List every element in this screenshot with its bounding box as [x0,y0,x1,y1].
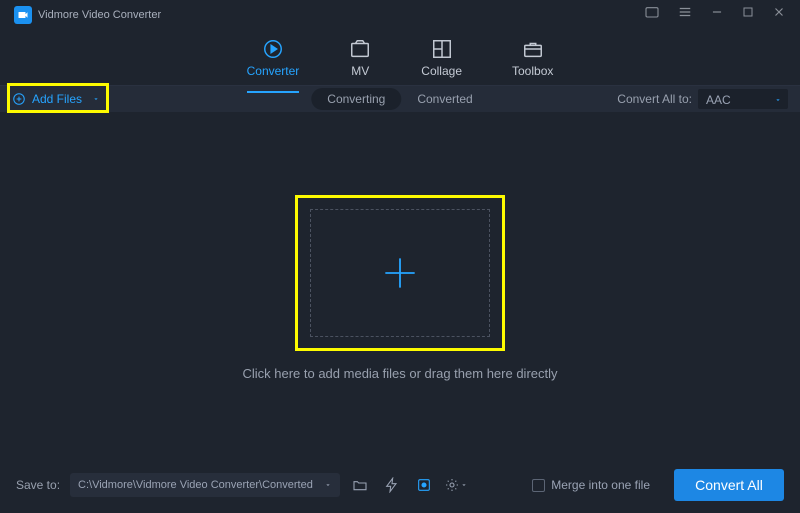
feedback-icon[interactable] [644,5,660,26]
tab-mv[interactable]: MV [349,38,371,78]
tab-converter[interactable]: Converter [247,38,300,78]
menu-icon[interactable] [678,5,692,26]
add-files-label: Add Files [32,92,82,106]
settings-button[interactable] [444,473,468,497]
toolbox-icon [522,38,544,60]
chevron-down-icon [92,95,100,103]
sub-bar: Add Files Converting Converted Convert A… [0,86,800,112]
tab-collage[interactable]: Collage [421,38,462,78]
convert-all-to: Convert All to: AAC [617,89,788,109]
app-title: Vidmore Video Converter [38,9,161,21]
open-folder-button[interactable] [348,473,372,497]
status-tabs: Converting Converted [311,88,488,110]
convert-all-to-value: AAC [706,93,731,107]
chevron-down-icon [460,481,468,489]
convert-all-button[interactable]: Convert All [674,469,784,501]
close-icon[interactable] [772,5,786,26]
save-to-dropdown[interactable]: C:\Vidmore\Vidmore Video Converter\Conve… [70,473,340,497]
app-logo-icon [14,6,32,24]
window-controls [644,5,786,26]
collage-icon [431,38,453,60]
high-speed-button[interactable] [412,473,436,497]
main-area: Click here to add media files or drag th… [0,112,800,457]
minimize-icon[interactable] [710,5,724,26]
save-to-label: Save to: [16,478,60,492]
mv-icon [349,38,371,60]
tab-converter-label: Converter [247,64,300,78]
plus-circle-icon [12,92,26,106]
maximize-icon[interactable] [742,5,754,26]
tab-toolbox-label: Toolbox [512,64,553,78]
tab-collage-label: Collage [421,64,462,78]
convert-all-to-label: Convert All to: [617,92,692,106]
chevron-down-icon [324,481,332,489]
tab-mv-label: MV [351,64,369,78]
subtab-converted[interactable]: Converted [401,88,488,110]
main-tabs: Converter MV Collage Toolbox [0,30,800,86]
gpu-accel-button[interactable] [380,473,404,497]
drop-zone[interactable] [298,198,502,348]
drop-hint-text: Click here to add media files or drag th… [242,366,557,381]
convert-all-to-dropdown[interactable]: AAC [698,89,788,109]
plus-icon [378,251,422,295]
titlebar: Vidmore Video Converter [0,0,800,30]
drop-zone-inner [310,209,490,337]
merge-into-one-toggle[interactable]: Merge into one file [532,478,650,492]
merge-label: Merge into one file [551,478,650,492]
converter-icon [262,38,284,60]
chevron-down-icon [774,96,782,104]
add-files-button[interactable]: Add Files [12,92,100,106]
subtab-converting[interactable]: Converting [311,88,401,110]
tab-toolbox[interactable]: Toolbox [512,38,553,78]
bottom-bar: Save to: C:\Vidmore\Vidmore Video Conver… [0,457,800,513]
save-to-path: C:\Vidmore\Vidmore Video Converter\Conve… [78,479,313,491]
checkbox-icon [532,479,545,492]
